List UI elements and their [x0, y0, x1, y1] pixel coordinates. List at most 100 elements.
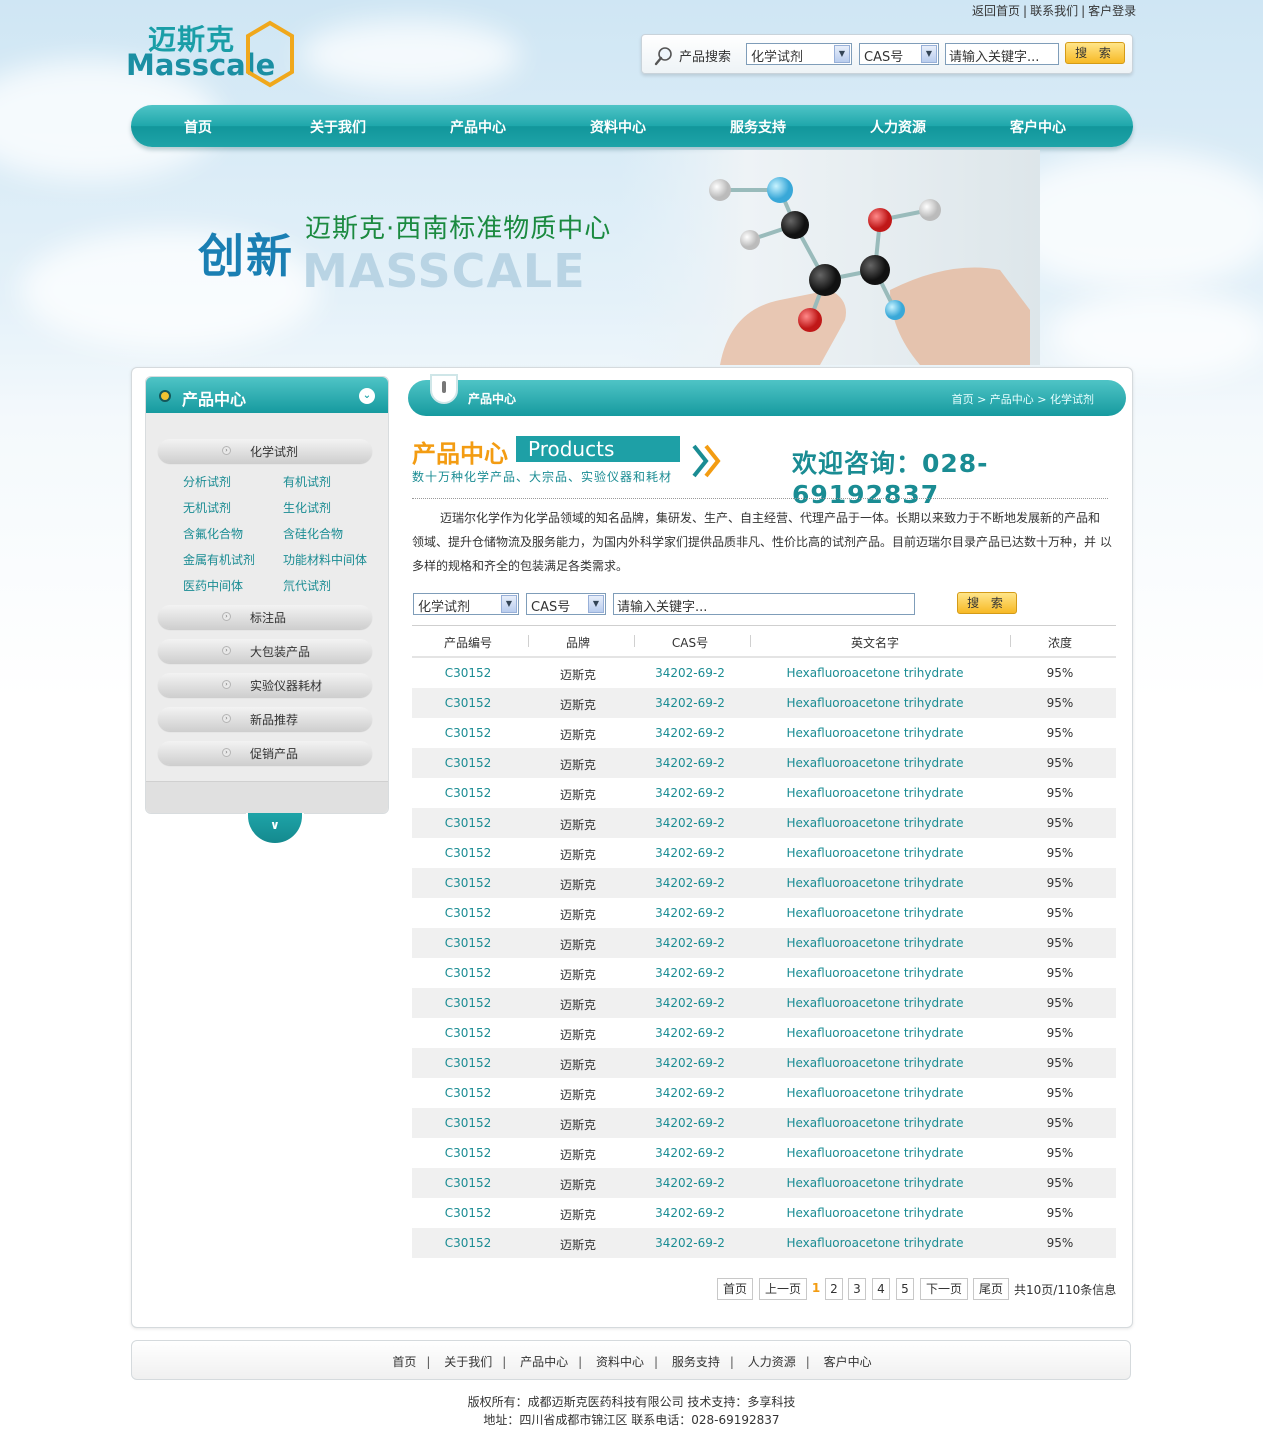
- cell-cas[interactable]: 34202-69-2: [634, 666, 746, 680]
- sidebar-item-new[interactable]: › 新品推荐: [158, 707, 372, 731]
- cell-cas[interactable]: 34202-69-2: [634, 906, 746, 920]
- footer-link-customer[interactable]: 客户中心: [824, 1355, 872, 1369]
- sidebar-item-lab-supplies[interactable]: › 实验仪器耗材: [158, 673, 372, 697]
- logo[interactable]: 迈斯克 Masscale: [126, 18, 298, 88]
- login-link[interactable]: 客户登录: [1088, 4, 1136, 18]
- cell-english-name[interactable]: Hexafluoroacetone trihydrate: [750, 1236, 1000, 1250]
- cell-english-name[interactable]: Hexafluoroacetone trihydrate: [750, 936, 1000, 950]
- cell-product-code[interactable]: C30152: [412, 1236, 524, 1250]
- page-4[interactable]: 4: [872, 1278, 890, 1300]
- sidebar-subitem[interactable]: 生化试剂: [283, 499, 331, 516]
- cell-product-code[interactable]: C30152: [412, 966, 524, 980]
- contact-link[interactable]: 联系我们: [1030, 4, 1078, 18]
- cell-english-name[interactable]: Hexafluoroacetone trihydrate: [750, 966, 1000, 980]
- table-row[interactable]: C30152 迈斯克 34202-69-2 Hexafluoroacetone tri…: [412, 1078, 1116, 1108]
- footer-link-about[interactable]: 关于我们: [444, 1355, 492, 1369]
- home-link[interactable]: 返回首页: [972, 4, 1020, 18]
- page-first[interactable]: 首页: [717, 1278, 753, 1300]
- col-product-code[interactable]: 产品编号: [412, 634, 524, 651]
- cell-cas[interactable]: 34202-69-2: [634, 726, 746, 740]
- cell-cas[interactable]: 34202-69-2: [634, 696, 746, 710]
- nav-hr[interactable]: 人力资源: [848, 117, 948, 137]
- cell-product-code[interactable]: C30152: [412, 816, 524, 830]
- table-row[interactable]: C30152 迈斯克 34202-69-2 Hexafluoroacetone tri…: [412, 838, 1116, 868]
- cell-cas[interactable]: 34202-69-2: [634, 1026, 746, 1040]
- sidebar-item-promo[interactable]: › 促销产品: [158, 741, 372, 765]
- cell-cas[interactable]: 34202-69-2: [634, 876, 746, 890]
- content-category-select[interactable]: 化学试剂 ▼: [413, 593, 519, 615]
- nav-products[interactable]: 产品中心: [428, 117, 528, 137]
- table-row[interactable]: C30152 迈斯克 34202-69-2 Hexafluoroacetone tri…: [412, 1048, 1116, 1078]
- table-row[interactable]: C30152 迈斯克 34202-69-2 Hexafluoroacetone tri…: [412, 1018, 1116, 1048]
- table-row[interactable]: C30152 迈斯克 34202-69-2 Hexafluoroacetone tri…: [412, 868, 1116, 898]
- page-5[interactable]: 5: [896, 1278, 914, 1300]
- col-concentration[interactable]: 浓度: [1010, 634, 1110, 651]
- cell-cas[interactable]: 34202-69-2: [634, 1056, 746, 1070]
- cell-english-name[interactable]: Hexafluoroacetone trihydrate: [750, 726, 1000, 740]
- sidebar-subitem[interactable]: 无机试剂: [183, 499, 231, 516]
- content-search-button[interactable]: 搜 索: [957, 592, 1017, 614]
- cell-product-code[interactable]: C30152: [412, 1146, 524, 1160]
- cell-cas[interactable]: 34202-69-2: [634, 936, 746, 950]
- table-row[interactable]: C30152 迈斯克 34202-69-2 Hexafluoroacetone tri…: [412, 1168, 1116, 1198]
- category-select[interactable]: 化学试剂 ▼: [746, 43, 852, 65]
- col-english-name[interactable]: 英文名字: [750, 634, 1000, 651]
- cell-english-name[interactable]: Hexafluoroacetone trihydrate: [750, 1086, 1000, 1100]
- cell-english-name[interactable]: Hexafluoroacetone trihydrate: [750, 906, 1000, 920]
- nav-home[interactable]: 首页: [148, 117, 248, 137]
- cell-product-code[interactable]: C30152: [412, 1116, 524, 1130]
- cell-product-code[interactable]: C30152: [412, 876, 524, 890]
- cell-english-name[interactable]: Hexafluoroacetone trihydrate: [750, 816, 1000, 830]
- cell-product-code[interactable]: C30152: [412, 1206, 524, 1220]
- cell-cas[interactable]: 34202-69-2: [634, 846, 746, 860]
- cell-product-code[interactable]: C30152: [412, 756, 524, 770]
- field-select[interactable]: CAS号 ▼: [859, 43, 939, 65]
- sidebar-item-bulk[interactable]: › 大包装产品: [158, 639, 372, 663]
- footer-link-hr[interactable]: 人力资源: [748, 1355, 796, 1369]
- page-last[interactable]: 尾页: [973, 1278, 1009, 1300]
- sidebar-subitem[interactable]: 医药中间体: [183, 577, 243, 594]
- table-row[interactable]: C30152 迈斯克 34202-69-2 Hexafluoroacetone tri…: [412, 928, 1116, 958]
- cell-english-name[interactable]: Hexafluoroacetone trihydrate: [750, 756, 1000, 770]
- cell-english-name[interactable]: Hexafluoroacetone trihydrate: [750, 996, 1000, 1010]
- nav-about[interactable]: 关于我们: [288, 117, 388, 137]
- footer-link-home[interactable]: 首页: [392, 1355, 416, 1369]
- cell-english-name[interactable]: Hexafluoroacetone trihydrate: [750, 696, 1000, 710]
- cell-cas[interactable]: 34202-69-2: [634, 1236, 746, 1250]
- content-search-input[interactable]: 请输入关键字...: [613, 593, 915, 615]
- cell-cas[interactable]: 34202-69-2: [634, 1176, 746, 1190]
- page-prev[interactable]: 上一页: [759, 1278, 807, 1300]
- cell-cas[interactable]: 34202-69-2: [634, 756, 746, 770]
- cell-english-name[interactable]: Hexafluoroacetone trihydrate: [750, 876, 1000, 890]
- cell-product-code[interactable]: C30152: [412, 726, 524, 740]
- table-row[interactable]: C30152 迈斯克 34202-69-2 Hexafluoroacetone tri…: [412, 988, 1116, 1018]
- col-cas[interactable]: CAS号: [634, 634, 746, 651]
- cell-cas[interactable]: 34202-69-2: [634, 966, 746, 980]
- page-3[interactable]: 3: [848, 1278, 866, 1300]
- cell-english-name[interactable]: Hexafluoroacetone trihydrate: [750, 1116, 1000, 1130]
- sidebar-subitem[interactable]: 氘代试剂: [283, 577, 331, 594]
- cell-cas[interactable]: 34202-69-2: [634, 1146, 746, 1160]
- sidebar-collapse-tab[interactable]: ∨: [246, 813, 304, 845]
- cell-english-name[interactable]: Hexafluoroacetone trihydrate: [750, 1026, 1000, 1040]
- table-row[interactable]: C30152 迈斯克 34202-69-2 Hexafluoroacetone tri…: [412, 688, 1116, 718]
- cell-product-code[interactable]: C30152: [412, 906, 524, 920]
- page-2[interactable]: 2: [825, 1278, 843, 1300]
- cell-cas[interactable]: 34202-69-2: [634, 996, 746, 1010]
- table-row[interactable]: C30152 迈斯克 34202-69-2 Hexafluoroacetone tri…: [412, 1138, 1116, 1168]
- sidebar-subitem[interactable]: 含硅化合物: [283, 525, 343, 542]
- search-button[interactable]: 搜 索: [1065, 42, 1125, 64]
- cell-english-name[interactable]: Hexafluoroacetone trihydrate: [750, 846, 1000, 860]
- footer-link-service[interactable]: 服务支持: [672, 1355, 720, 1369]
- sidebar-item-chemical[interactable]: › 化学试剂: [158, 439, 372, 463]
- table-row[interactable]: C30152 迈斯克 34202-69-2 Hexafluoroacetone tri…: [412, 1228, 1116, 1258]
- search-input[interactable]: 请输入关键字...: [945, 43, 1059, 65]
- cell-cas[interactable]: 34202-69-2: [634, 786, 746, 800]
- cell-cas[interactable]: 34202-69-2: [634, 1206, 746, 1220]
- sidebar-item-standards[interactable]: › 标注品: [158, 605, 372, 629]
- sidebar-subitem[interactable]: 含氟化合物: [183, 525, 243, 542]
- cell-english-name[interactable]: Hexafluoroacetone trihydrate: [750, 1146, 1000, 1160]
- table-row[interactable]: C30152 迈斯克 34202-69-2 Hexafluoroacetone tri…: [412, 1108, 1116, 1138]
- table-row[interactable]: C30152 迈斯克 34202-69-2 Hexafluoroacetone tri…: [412, 1198, 1116, 1228]
- cell-english-name[interactable]: Hexafluoroacetone trihydrate: [750, 1176, 1000, 1190]
